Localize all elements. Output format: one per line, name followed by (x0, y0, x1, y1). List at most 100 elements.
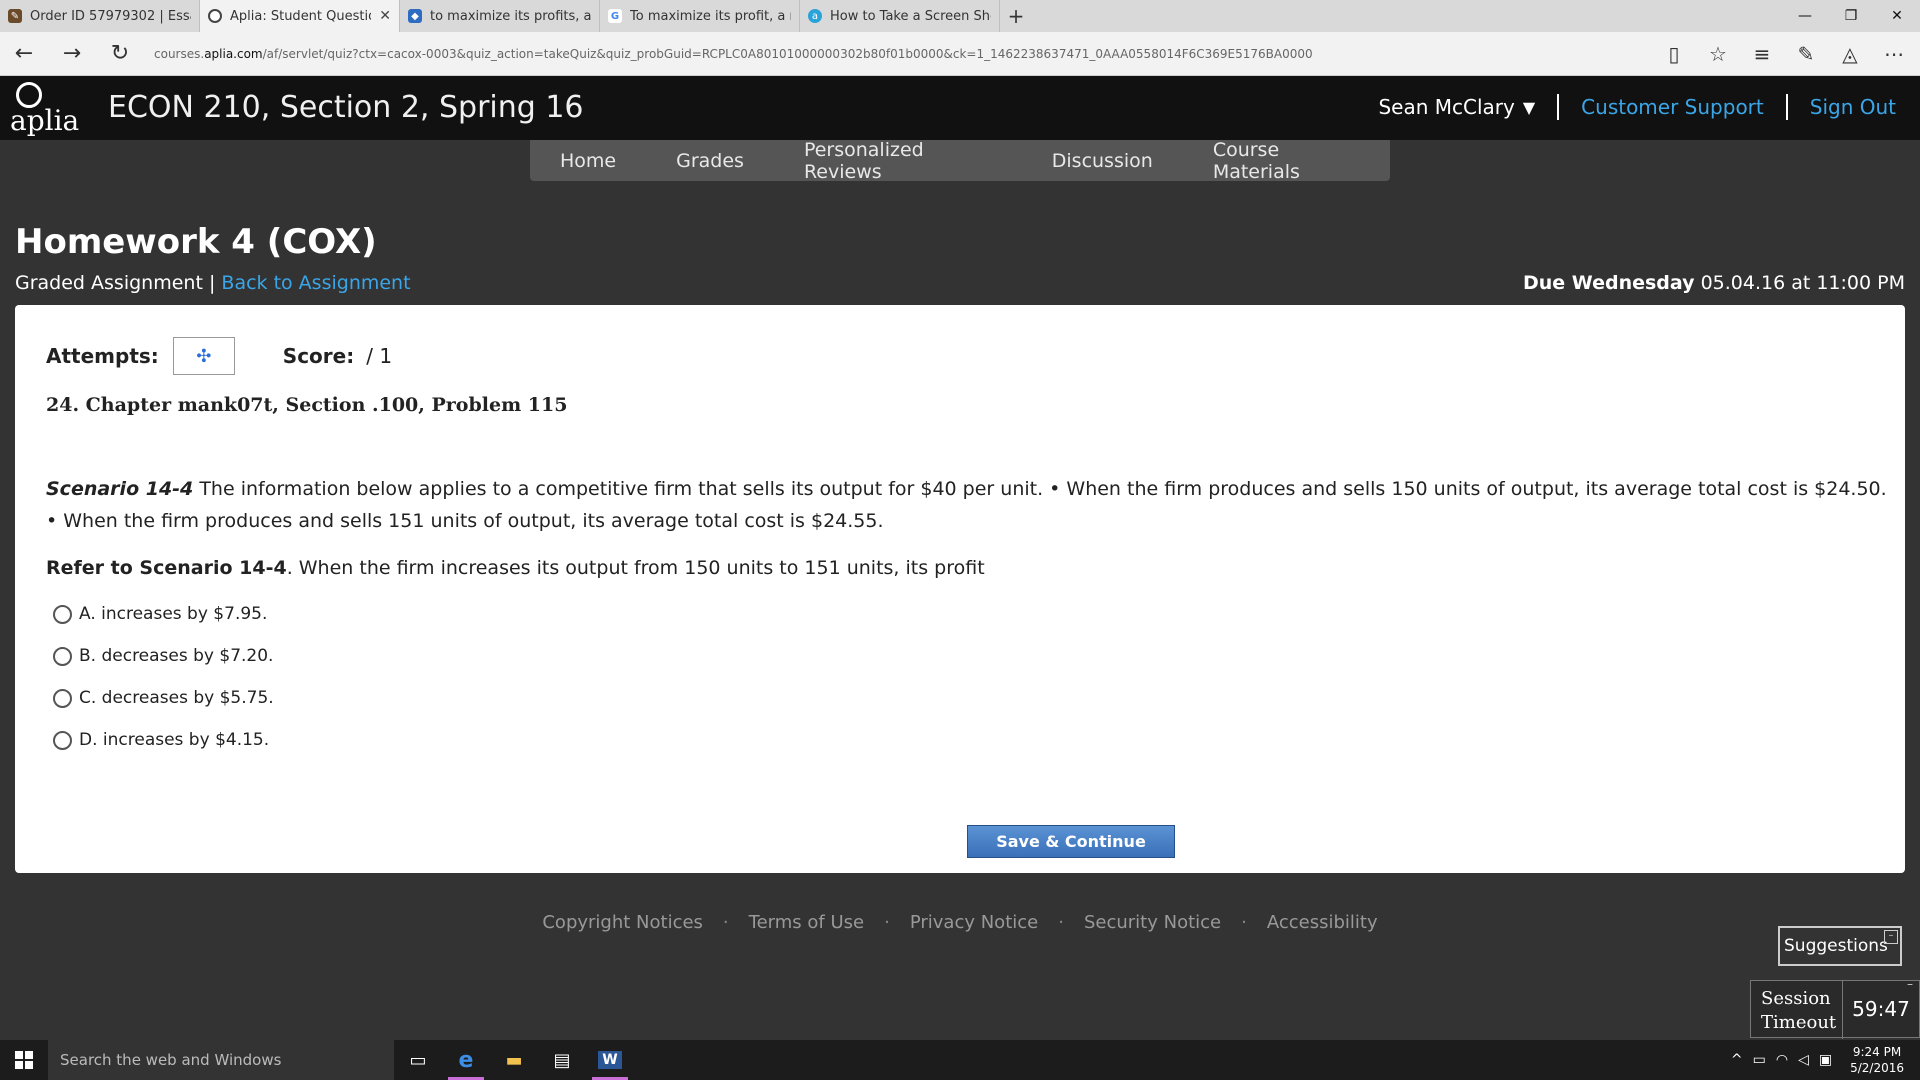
store-icon[interactable]: ▤ (538, 1040, 586, 1080)
copyright-notices-link[interactable]: Copyright Notices (528, 912, 717, 933)
essay-icon: ✎ (8, 9, 22, 23)
nav-home[interactable]: Home (530, 150, 646, 172)
word-icon[interactable]: W (586, 1040, 634, 1080)
edge-browser-icon[interactable]: e (442, 1040, 490, 1080)
choice-a[interactable]: A. increases by $7.95. (53, 593, 274, 635)
aplia-logo[interactable]: aplia (8, 82, 80, 137)
answer-choices: A. increases by $7.95. B. decreases by $… (53, 593, 274, 761)
new-tab-button[interactable]: + (1000, 0, 1032, 32)
radio-b[interactable] (53, 646, 72, 666)
volume-icon[interactable]: ◁ (1798, 1052, 1809, 1068)
clock-time: 9:24 PM (1852, 1045, 1902, 1059)
choice-c-label: C. decreases by $5.75. (79, 688, 274, 708)
back-arrow-icon[interactable]: ← (0, 32, 48, 76)
choice-b-label: B. decreases by $7.20. (79, 646, 274, 666)
shield-icon: ◆ (408, 9, 422, 23)
taskbar-search-box[interactable]: Search the web and Windows (48, 1040, 394, 1080)
footer-separator: · (884, 912, 890, 933)
scenario-label: Scenario 14-4 (46, 478, 194, 500)
user-area: Sean McClary ▼ Customer Support Sign Out (1378, 94, 1896, 120)
suggestions-widget[interactable]: Suggestions – (1778, 926, 1902, 966)
radio-d[interactable] (53, 730, 72, 750)
logo-wordmark: aplia (10, 104, 80, 137)
security-notice-link[interactable]: Security Notice (1070, 912, 1235, 933)
url-field[interactable]: courses. aplia.com/af/servlet/quiz?ctx=ca… (144, 39, 1652, 69)
tab-title: to maximize its profits, a mo (430, 8, 591, 24)
header-divider (1785, 94, 1788, 120)
web-note-icon[interactable]: ✎ (1784, 32, 1828, 76)
file-explorer-icon[interactable]: ▬ (490, 1040, 538, 1080)
terms-of-use-link[interactable]: Terms of Use (735, 912, 878, 933)
browser-tab-1[interactable]: Aplia: Student Question ✕ (200, 0, 400, 32)
share-icon[interactable]: ◬ (1828, 32, 1872, 76)
taskbar-clock[interactable]: 9:24 PM 5/2/2016 (1842, 1044, 1912, 1076)
choice-c[interactable]: C. decreases by $5.75. (53, 677, 274, 719)
aplia-icon (208, 9, 222, 23)
browser-tab-0[interactable]: ✎ Order ID 57979302 | EssayS (0, 0, 200, 32)
attempts-label: Attempts: (46, 344, 159, 368)
privacy-notice-link[interactable]: Privacy Notice (896, 912, 1052, 933)
assignment-subline: Graded Assignment | Back to Assignment (15, 272, 411, 294)
footer-separator: · (1058, 912, 1064, 933)
nav-grades[interactable]: Grades (646, 150, 774, 172)
clock-date: 5/2/2016 (1850, 1061, 1904, 1075)
nav-personalized-reviews[interactable]: Personalized Reviews (774, 139, 1022, 183)
more-icon[interactable]: ⋯ (1872, 32, 1916, 76)
caret-down-icon[interactable]: ▼ (1523, 98, 1535, 117)
favorite-star-icon[interactable]: ☆ (1696, 32, 1740, 76)
wifi-icon[interactable]: ◠ (1776, 1052, 1788, 1068)
url-domain: aplia.com (204, 46, 263, 61)
refresh-icon[interactable]: ↻ (96, 32, 144, 76)
radio-c[interactable] (53, 688, 72, 708)
nav-course-materials[interactable]: Course Materials (1183, 139, 1390, 183)
problem-heading: 24. Chapter mank07t, Section .100, Probl… (46, 394, 568, 416)
sign-out-link[interactable]: Sign Out (1810, 95, 1896, 119)
customer-support-link[interactable]: Customer Support (1581, 95, 1764, 119)
question-panel: Attempts: ✣ Score: / 1 24. Chapter mank0… (15, 305, 1905, 873)
back-to-assignment-link[interactable]: Back to Assignment (221, 272, 410, 294)
choice-b[interactable]: B. decreases by $7.20. (53, 635, 274, 677)
assignment-type: Graded Assignment (15, 272, 203, 294)
reading-view-icon[interactable]: ▯ (1652, 32, 1696, 76)
due-label: Due Wednesday (1523, 272, 1695, 294)
app-header: aplia ECON 210, Section 2, Spring 16 Sea… (0, 76, 1920, 140)
nav-discussion[interactable]: Discussion (1022, 150, 1183, 172)
tab-title: To maximize its profit, a mo (630, 8, 791, 24)
tab-title: Aplia: Student Question (230, 8, 372, 24)
task-view-icon[interactable]: ▭ (394, 1040, 442, 1080)
notifications-icon[interactable]: ▣ (1819, 1052, 1832, 1068)
save-continue-button[interactable]: Save & Continue (967, 825, 1175, 858)
question-prompt: Refer to Scenario 14-4. When the firm in… (46, 557, 985, 579)
browser-tab-2[interactable]: ◆ to maximize its profits, a mo (400, 0, 600, 32)
session-timeout-label: Session Timeout (1751, 981, 1843, 1039)
user-menu[interactable]: Sean McClary (1378, 95, 1514, 119)
restore-icon[interactable]: ❐ (1828, 0, 1874, 32)
footer-separator: · (1241, 912, 1247, 933)
chevron-up-icon[interactable]: ^ (1731, 1052, 1743, 1068)
radio-a[interactable] (53, 604, 72, 624)
address-bar-tools: ▯ ☆ ≡ ✎ ◬ ⋯ (1652, 32, 1916, 76)
start-button[interactable] (0, 1040, 48, 1080)
close-icon[interactable]: ✕ (379, 8, 391, 24)
browser-tab-3[interactable]: G To maximize its profit, a mo (600, 0, 800, 32)
forward-arrow-icon[interactable]: → (48, 32, 96, 76)
prompt-text: . When the firm increases its output fro… (286, 557, 985, 579)
accessibility-link[interactable]: Accessibility (1253, 912, 1392, 933)
window-controls: — ❐ ✕ (1782, 0, 1920, 32)
url-prefix: courses. (154, 46, 205, 61)
scenario-body: The information below applies to a compe… (46, 478, 1887, 532)
choice-d[interactable]: D. increases by $4.15. (53, 719, 274, 761)
close-window-icon[interactable]: ✕ (1874, 0, 1920, 32)
session-label-line2: Timeout (1761, 1012, 1837, 1033)
page-title: Homework 4 (COX) (15, 222, 377, 262)
windows-logo-icon (15, 1051, 33, 1069)
browser-tab-4[interactable]: a How to Take a Screen Shot i (800, 0, 1000, 32)
hub-icon[interactable]: ≡ (1740, 32, 1784, 76)
minimize-icon[interactable]: – (1903, 978, 1917, 990)
minimize-icon[interactable]: — (1782, 0, 1828, 32)
minimize-icon[interactable]: – (1884, 930, 1898, 944)
battery-icon[interactable]: ▭ (1753, 1052, 1766, 1068)
course-title: ECON 210, Section 2, Spring 16 (108, 90, 584, 125)
refer-label: Refer to Scenario 14-4 (46, 557, 287, 579)
loading-spinner-icon: ✣ (196, 345, 212, 367)
